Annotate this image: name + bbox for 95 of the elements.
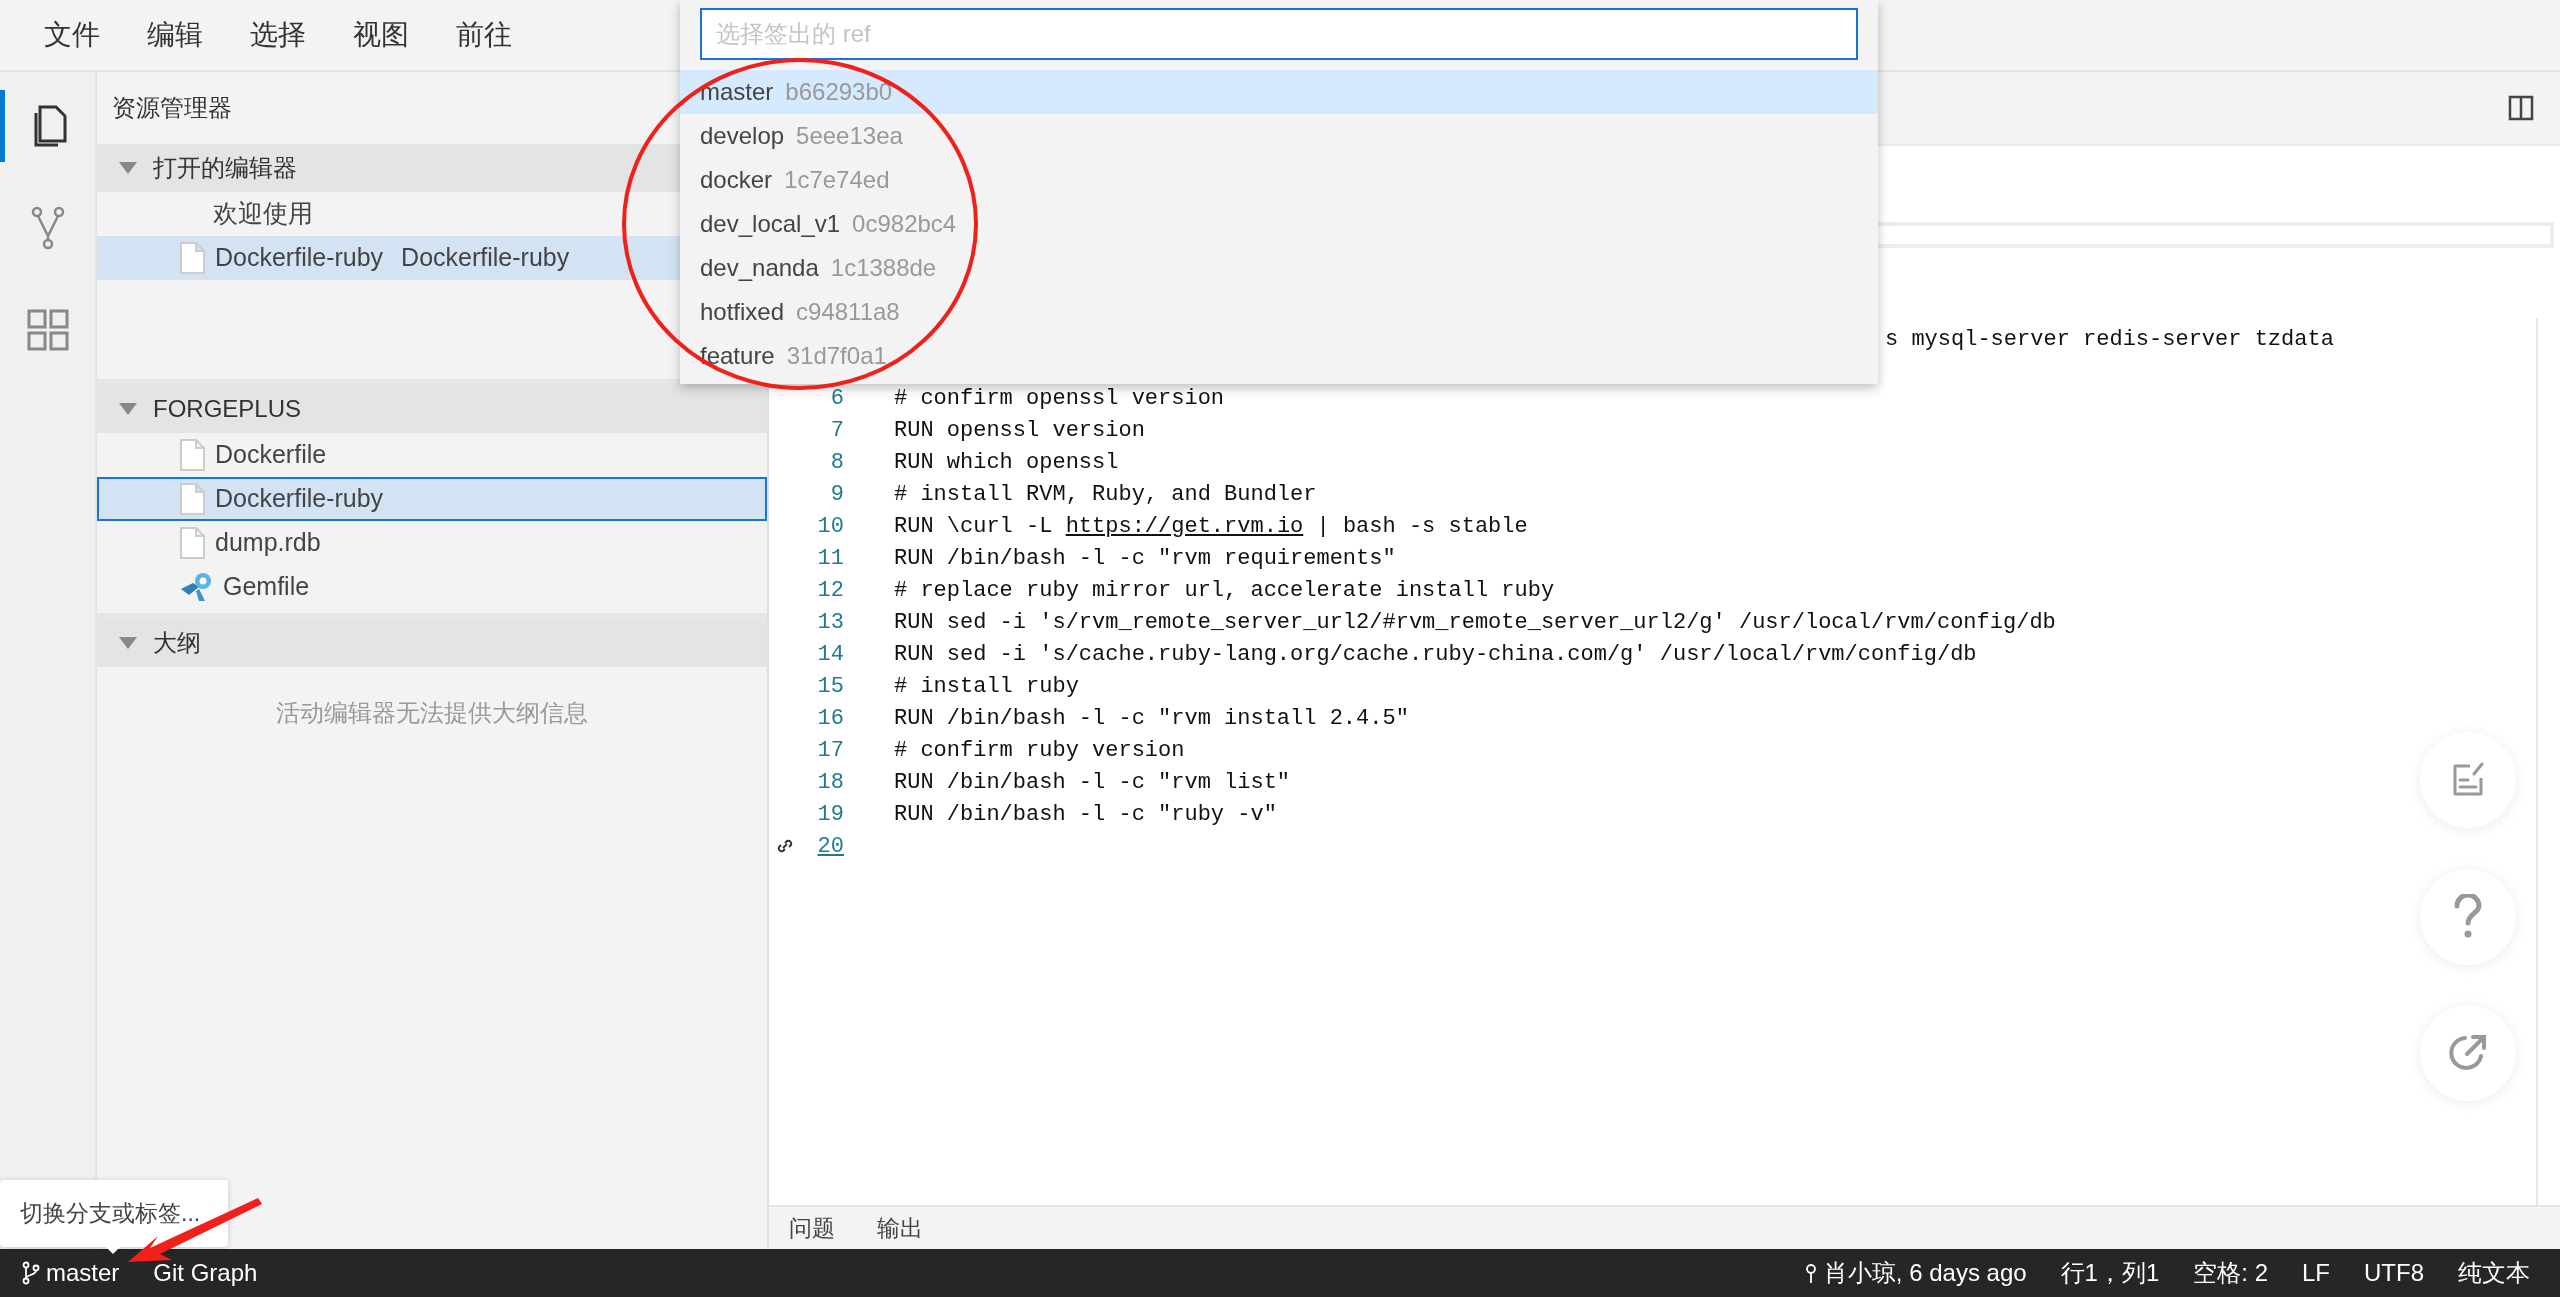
line-number: 14	[817, 640, 844, 669]
line-number: 6	[830, 384, 844, 413]
commit-hash: 1c7e74ed	[784, 165, 890, 195]
line-number: 20	[817, 832, 844, 861]
status-item[interactable]: LF	[2302, 1255, 2330, 1291]
ref-option[interactable]: feature 31d7f0a1	[680, 334, 1878, 378]
menu-item[interactable]: 选择	[250, 14, 331, 56]
code-line: RUN /bin/bash -l -c "rvm install 2.4.5"	[894, 704, 1409, 733]
code-line: s mysql-server redis-server tzdata	[1885, 326, 2334, 354]
file-item[interactable]: Dockerfile-ruby	[97, 477, 767, 521]
code-line: # confirm openssl version	[894, 384, 1225, 413]
empty-message: 活动编辑器无法提供大纲信息	[275, 698, 589, 728]
line-number: 8	[830, 448, 844, 477]
commit-hash: b66293b0	[785, 77, 893, 107]
url-link[interactable]: https://get.rvm.io	[1065, 513, 1304, 539]
line-number: 9	[830, 480, 844, 509]
branch-icon[interactable]	[30, 206, 65, 250]
ref-option[interactable]: master b66293b0	[680, 70, 1878, 114]
menu-item[interactable]: 编辑	[147, 14, 228, 56]
chevron-icon[interactable]	[119, 637, 137, 649]
menu-item[interactable]: 前往	[456, 14, 537, 56]
file-item[interactable]: Dockerfile	[97, 433, 767, 477]
branch-name: feature	[700, 341, 775, 371]
file-icon	[179, 483, 205, 515]
line-number: 19	[817, 800, 844, 829]
section-title: 大纲	[153, 628, 201, 658]
status-item[interactable]: 纯文本	[2458, 1255, 2530, 1291]
commit-hash: 0c982bc4	[852, 209, 957, 239]
tooltip: 切换分支或标签...	[0, 1180, 228, 1247]
file-item[interactable]: Gemfile	[97, 565, 767, 609]
section-title: FORGEPLUS	[153, 394, 302, 424]
code-line: RUN sed -i 's/rvm_remote_server_url2/#rvm_remote_server_url2/g' /usr/local/rvm/config/db	[894, 608, 2056, 637]
code-line: # install ruby	[894, 672, 1079, 701]
line-number: 12	[817, 576, 844, 605]
code-line: RUN sed -i 's/cache.ruby-lang.org/cache.ruby-china.com/g' /usr/local/rvm/config/db	[894, 640, 1977, 669]
status-item[interactable]: 行1，列1	[2060, 1255, 2160, 1291]
code-line: # install RVM, Ruby, and Bundler	[894, 480, 1317, 509]
section-title: 打开的编辑器	[153, 153, 297, 183]
line-number: 7	[830, 416, 844, 445]
line-number: 17	[817, 736, 844, 765]
status-item[interactable]: 空格: 2	[2193, 1255, 2268, 1291]
wrench-icon	[179, 571, 213, 603]
file-icon	[179, 527, 205, 559]
branch-switcher[interactable]: master	[22, 1255, 120, 1291]
section-header[interactable]: 大纲	[97, 619, 767, 667]
status-item[interactable]: UTF8	[2364, 1255, 2424, 1291]
file-name: dump.rdb	[215, 527, 321, 559]
code-line: RUN /bin/bash -l -c "rvm requirements"	[894, 544, 1396, 573]
panel-tab[interactable]: 输出	[877, 1210, 923, 1246]
branch-name: dev_local_v1	[700, 209, 841, 239]
file-name: Dockerfile-ruby	[215, 483, 384, 515]
section-header[interactable]: FORGEPLUS	[97, 385, 767, 433]
code-line: RUN which openssl	[894, 448, 1119, 477]
file-icon	[179, 242, 205, 274]
line-number: 18	[817, 768, 844, 797]
line-number: 16	[817, 704, 844, 733]
line-number: 10	[817, 512, 844, 541]
help-icon	[2452, 894, 2484, 940]
grid-icon[interactable]	[26, 309, 69, 351]
ref-search-field[interactable]: 选择签出的 ref	[700, 8, 1858, 60]
chevron-icon[interactable]	[119, 162, 137, 174]
split-editor-icon[interactable]	[2508, 95, 2534, 121]
ref-option[interactable]: hotfixed c94811a8	[680, 290, 1878, 334]
code-line: RUN \curl -L https://get.rvm.io | bash -s stable	[894, 512, 1528, 541]
panel-tab[interactable]: 问题	[789, 1210, 835, 1246]
commit-hash: 31d7f0a1	[786, 341, 887, 371]
chevron-icon[interactable]	[119, 403, 137, 415]
commit-icon	[1803, 1261, 1818, 1285]
code-line: RUN /bin/bash -l -c "ruby -v"	[894, 800, 1277, 829]
branch-name: hotfixed	[700, 297, 785, 327]
code-line: # replace ruby mirror url, accelerate install ruby	[894, 576, 1555, 605]
code-line: RUN /bin/bash -l -c "rvm list"	[894, 768, 1291, 797]
file-icon	[179, 439, 205, 471]
blame-text: 肖小琼, 6 days ago	[1823, 1258, 2027, 1288]
line-number: 13	[817, 608, 844, 637]
commit-hash: 5eee13ea	[796, 121, 903, 151]
code-line: # confirm ruby version	[894, 736, 1185, 765]
file-name: Dockerfile-ruby	[215, 242, 384, 274]
branch-icon	[22, 1261, 40, 1285]
file-item[interactable]: dump.rdb	[97, 521, 767, 565]
commit-hash: c94811a8	[796, 297, 900, 327]
menu-item[interactable]: 文件	[44, 14, 125, 56]
commit-hash: 1c1388de	[830, 253, 937, 283]
line-number: 11	[817, 544, 844, 573]
file-name: Dockerfile	[215, 439, 327, 471]
panel-title: 资源管理器	[112, 93, 232, 123]
blame-status[interactable]: 肖小琼, 6 days ago	[1803, 1255, 2027, 1291]
file-path: Dockerfile-ruby	[401, 242, 570, 274]
line-number: 15	[817, 672, 844, 701]
code-line: RUN openssl version	[894, 416, 1145, 445]
file-name: Gemfile	[223, 571, 310, 603]
branch-name: master	[700, 77, 774, 107]
status-item[interactable]: Git Graph	[153, 1255, 258, 1291]
branch-name: master	[46, 1258, 120, 1288]
menu-item[interactable]: 视图	[353, 14, 434, 56]
